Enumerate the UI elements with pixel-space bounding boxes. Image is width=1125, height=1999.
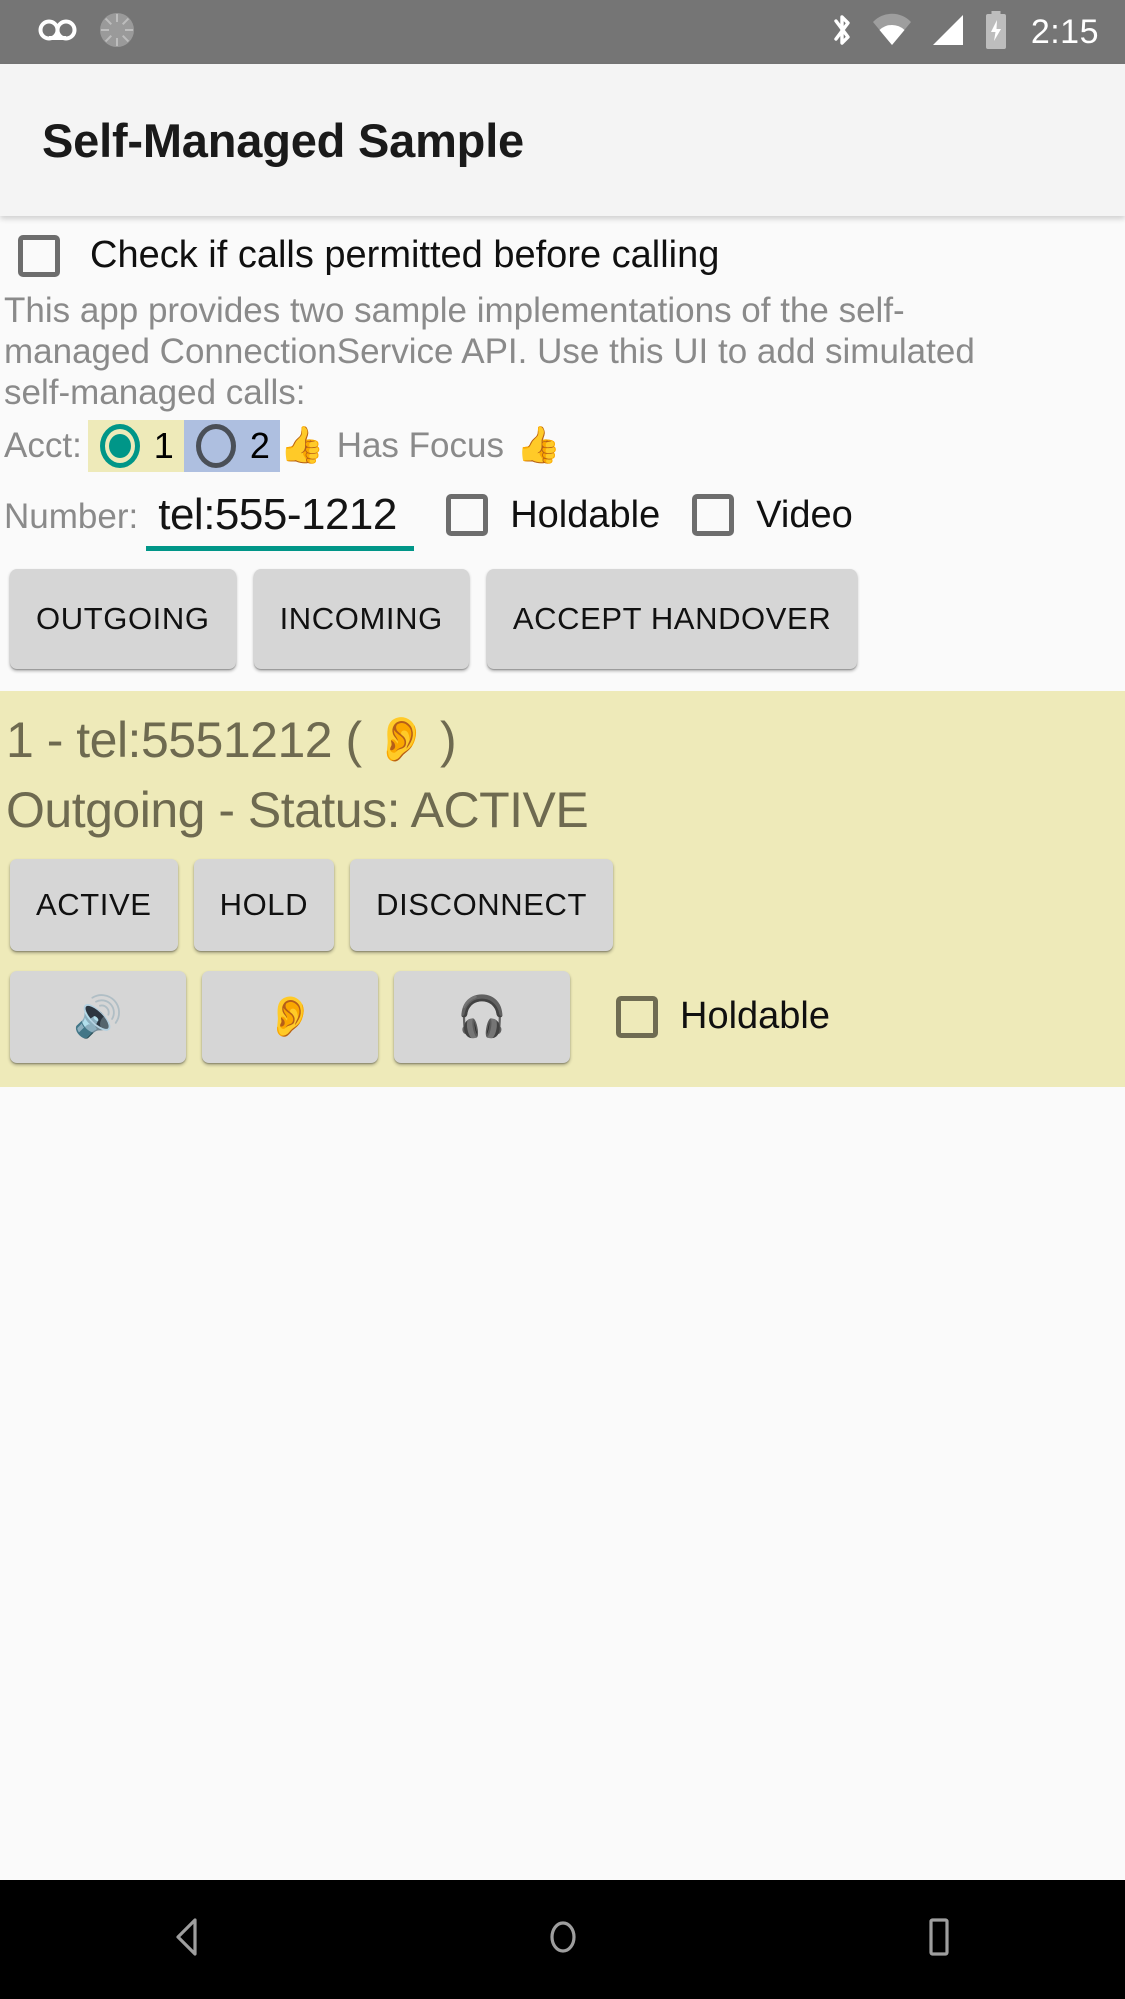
app-description: This app provides two sample implementat… <box>4 291 975 412</box>
recents-icon <box>920 1915 956 1964</box>
headset-icon: 🎧 <box>457 993 507 1040</box>
action-bar: Self-Managed Sample <box>0 64 1125 216</box>
earpiece-button[interactable]: 👂 <box>202 970 378 1063</box>
back-icon <box>168 1916 208 1963</box>
main-content: Check if calls permitted before calling … <box>0 216 1125 1880</box>
number-input[interactable]: tel:555-1212 <box>146 489 415 551</box>
set-active-button[interactable]: ACTIVE <box>10 858 178 951</box>
wifi-icon <box>871 13 913 52</box>
cellular-signal-icon <box>929 13 967 52</box>
speaker-icon: 🔊 <box>73 993 123 1040</box>
video-checkbox[interactable] <box>692 494 735 537</box>
nav-recents-button[interactable] <box>848 1880 1028 1999</box>
radio-unselected-icon <box>195 423 236 468</box>
headset-button[interactable]: 🎧 <box>394 970 570 1063</box>
number-input-value: tel:555-1212 <box>158 489 397 539</box>
holdable-checkbox[interactable] <box>446 494 489 537</box>
phone-screen: 2:15 Self-Managed Sample Check if calls … <box>0 0 1125 1999</box>
nav-back-button[interactable] <box>98 1880 278 1999</box>
ear-icon: 👂 <box>373 713 429 765</box>
call-card-status: Outgoing - Status: ACTIVE <box>6 781 589 838</box>
call-card-title-suffix: ) <box>439 711 457 768</box>
outgoing-button[interactable]: OUTGOING <box>10 568 236 669</box>
check-permission-label: Check if calls permitted before calling <box>90 234 720 276</box>
page-title: Self-Managed Sample <box>42 113 524 167</box>
call-holdable-row[interactable]: Holdable <box>616 995 830 1038</box>
call-holdable-label: Holdable <box>680 995 830 1038</box>
status-bar-clock: 2:15 <box>1030 13 1099 51</box>
call-holdable-checkbox[interactable] <box>616 995 658 1038</box>
bluetooth-icon <box>829 11 855 54</box>
account-row: Acct: 1 2 👍 Has Focus 👍 <box>0 414 1125 472</box>
audio-route-buttons: 🔊 👂 🎧 Holdable <box>0 951 1125 1063</box>
call-action-buttons: OUTGOING INCOMING ACCEPT HANDOVER <box>0 551 1125 669</box>
thumbs-up-icon: 👍 <box>279 424 325 466</box>
account-radio-2[interactable]: 2 <box>183 419 280 472</box>
call-card-title-prefix: 1 - tel:5551212 ( <box>6 711 362 768</box>
navigation-bar <box>0 1880 1125 1999</box>
number-row: Number: tel:555-1212 Holdable Video <box>0 472 1125 551</box>
number-label: Number: <box>4 496 139 536</box>
home-icon <box>543 1914 583 1965</box>
holdable-label: Holdable <box>510 493 661 536</box>
accept-handover-button[interactable]: ACCEPT HANDOVER <box>486 568 858 669</box>
speaker-button[interactable]: 🔊 <box>10 970 186 1063</box>
call-state-buttons: ACTIVE HOLD DISCONNECT <box>0 839 1125 951</box>
account-radio-1[interactable]: 1 <box>87 419 184 472</box>
sync-icon <box>98 11 136 54</box>
status-bar-right-icons: 2:15 <box>829 10 1099 55</box>
has-focus-label: Has Focus <box>336 425 504 465</box>
voicemail-icon <box>38 17 78 48</box>
radio-selected-icon <box>99 423 140 468</box>
thumbs-up-icon: 👍 <box>515 424 561 466</box>
account-radio-1-label: 1 <box>153 424 174 466</box>
account-radio-2-label: 2 <box>249 424 270 466</box>
check-permission-row[interactable]: Check if calls permitted before calling <box>0 216 1125 283</box>
earpiece-icon: 👂 <box>265 993 315 1040</box>
video-row[interactable]: Video <box>692 494 853 551</box>
call-card: 1 - tel:5551212 ( 👂 ) Outgoing - Status:… <box>0 690 1125 1087</box>
check-permission-checkbox[interactable] <box>18 234 60 277</box>
call-card-title: 1 - tel:5551212 ( 👂 ) <box>0 705 1125 769</box>
status-bar: 2:15 <box>0 0 1125 64</box>
holdable-row[interactable]: Holdable <box>446 494 660 551</box>
set-hold-button[interactable]: HOLD <box>193 858 335 951</box>
account-label: Acct: <box>4 425 82 465</box>
nav-home-button[interactable] <box>473 1880 653 1999</box>
status-bar-left-icons <box>38 11 136 54</box>
battery-charging-icon <box>983 10 1009 55</box>
incoming-button[interactable]: INCOMING <box>253 568 469 669</box>
video-label: Video <box>756 493 853 536</box>
disconnect-button[interactable]: DISCONNECT <box>350 858 614 951</box>
